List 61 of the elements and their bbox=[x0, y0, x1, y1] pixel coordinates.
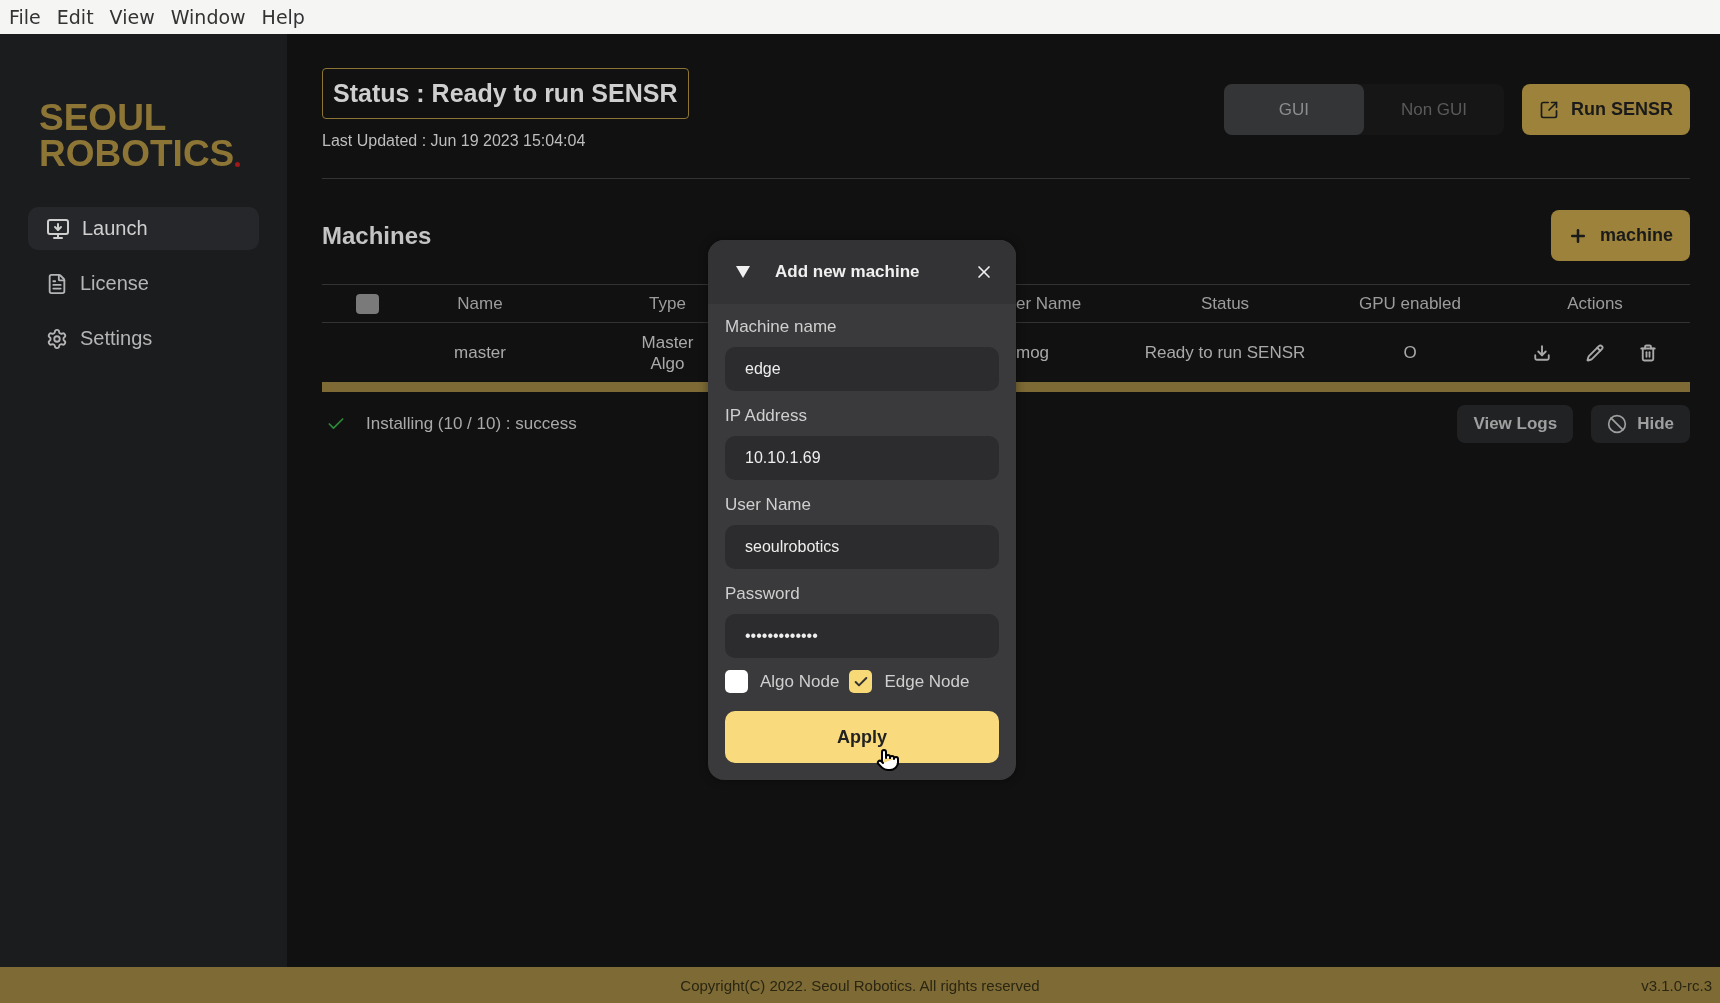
column-header: GPU enabled bbox=[1357, 293, 1463, 314]
monitor-download-icon bbox=[46, 216, 70, 241]
delete-icon[interactable] bbox=[1639, 343, 1658, 362]
checkbox[interactable] bbox=[849, 670, 873, 693]
checkbox[interactable] bbox=[725, 670, 748, 693]
menu-item[interactable]: File bbox=[8, 6, 50, 28]
column-header: Type bbox=[648, 293, 687, 314]
download-icon[interactable] bbox=[1532, 343, 1551, 362]
logo-text: SEOUL bbox=[39, 100, 168, 136]
input-field[interactable]: edge bbox=[725, 347, 999, 391]
status-box: Status : Ready to run SENSR bbox=[322, 68, 689, 119]
column-header: Name bbox=[456, 293, 504, 314]
sidebar-item[interactable]: Settings bbox=[28, 317, 259, 360]
mode-toggle-option[interactable]: GUI bbox=[1224, 84, 1364, 135]
apply-button[interactable]: Apply bbox=[725, 711, 999, 763]
external-link-icon bbox=[1539, 99, 1559, 120]
settings-icon bbox=[46, 327, 68, 350]
table-cell-text: mog bbox=[1016, 342, 1051, 363]
sidebar-item[interactable]: License bbox=[28, 262, 259, 305]
triangle-icon[interactable] bbox=[736, 266, 750, 278]
menu-item[interactable]: Help bbox=[260, 6, 314, 28]
dialog-title: Add new machine bbox=[775, 262, 921, 282]
copyright-text: Copyright(C) 2022. Seoul Robotics. All rights reserved bbox=[680, 976, 1040, 994]
checkbox-label: Algo Node bbox=[760, 671, 840, 692]
menu-item[interactable]: Window bbox=[169, 6, 255, 28]
table-cell-text: Ready to run SENSR bbox=[1143, 342, 1307, 363]
menu-item[interactable]: Edit bbox=[55, 6, 103, 28]
version-text: v3.1.0-rc.3 bbox=[1641, 976, 1712, 994]
add-machine-button[interactable]: machine bbox=[1550, 210, 1690, 261]
sidebar-label: Launch bbox=[82, 217, 148, 240]
hand-cursor-icon bbox=[876, 748, 900, 772]
view-logs-button[interactable]: View Logs bbox=[1457, 405, 1574, 443]
install-status-text: Installing (10 / 10) : success bbox=[366, 414, 577, 434]
table-cell-text: O bbox=[1402, 342, 1418, 363]
hide-button[interactable]: Hide bbox=[1591, 405, 1690, 443]
input-field[interactable]: ••••••••••••• bbox=[725, 614, 999, 658]
field-label: IP Address bbox=[725, 406, 808, 426]
field-label: User Name bbox=[725, 495, 812, 515]
sidebar-label: License bbox=[80, 272, 149, 295]
input-field[interactable]: seoulrobotics bbox=[725, 525, 999, 569]
table-cell-text: master bbox=[453, 342, 507, 363]
run-button[interactable]: Run SENSR bbox=[1522, 84, 1690, 135]
menu-item[interactable]: View bbox=[108, 6, 164, 28]
sidebar-label: Settings bbox=[80, 327, 153, 350]
column-header: Status bbox=[1199, 293, 1251, 314]
column-header: Actions bbox=[1566, 293, 1624, 314]
edit-icon[interactable] bbox=[1586, 343, 1604, 362]
document-icon bbox=[46, 272, 68, 295]
table-cell-text: Master Algo bbox=[640, 331, 695, 374]
field-label: Machine name bbox=[725, 317, 838, 337]
section-title: Machines bbox=[322, 221, 432, 250]
hide-icon bbox=[1607, 414, 1628, 434]
field-label: Password bbox=[725, 584, 801, 604]
input-field[interactable]: 10.10.1.69 bbox=[725, 436, 999, 480]
sidebar-item[interactable]: Launch bbox=[28, 207, 259, 250]
logo-text: ROBOTICS bbox=[39, 136, 235, 172]
select-all-checkbox[interactable] bbox=[356, 293, 379, 314]
column-header: er Name bbox=[1016, 293, 1083, 314]
last-updated-text: Last Updated : Jun 19 2023 15:04:04 bbox=[322, 132, 587, 150]
logo-dot bbox=[235, 162, 241, 167]
checkbox-label: Edge Node bbox=[884, 671, 970, 692]
